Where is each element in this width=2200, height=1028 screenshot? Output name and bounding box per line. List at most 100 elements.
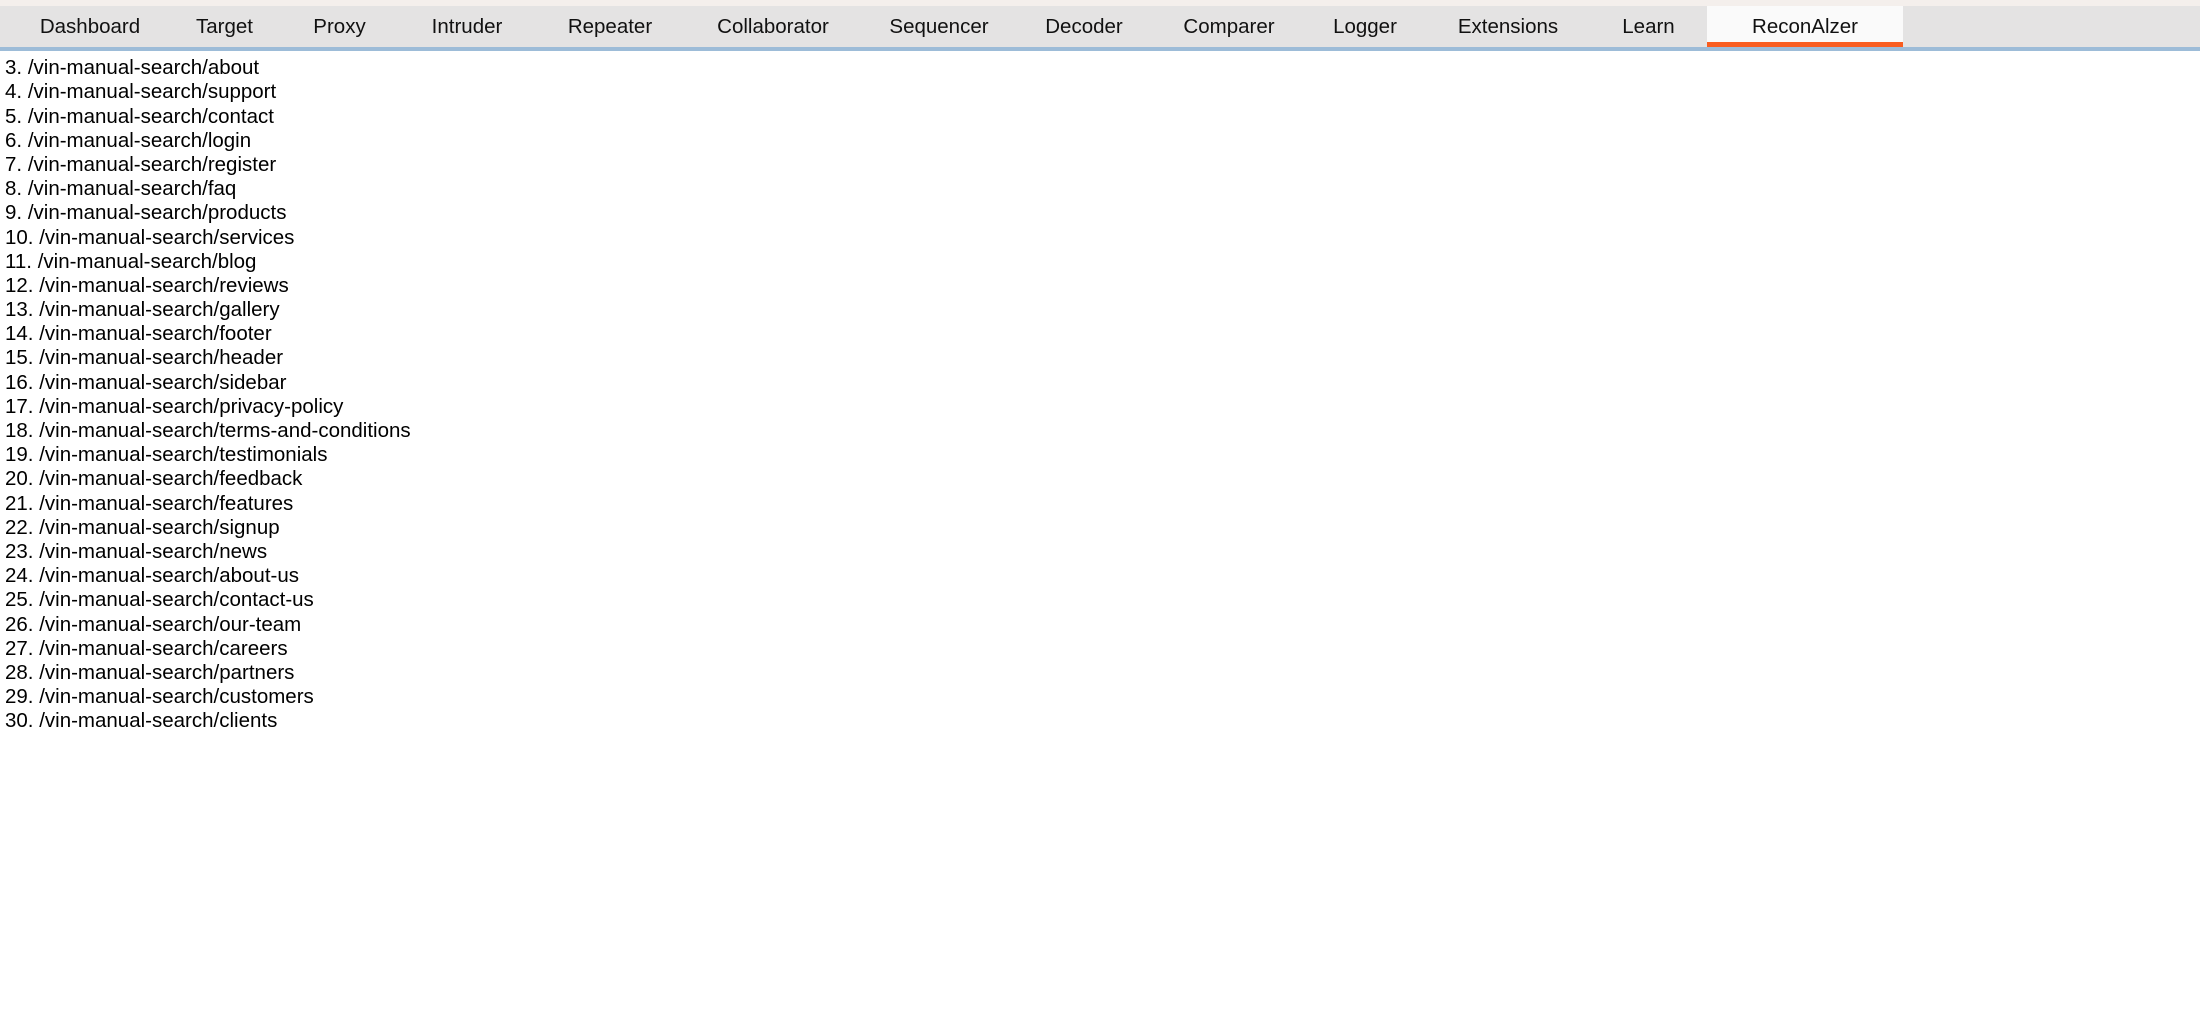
list-item-path: /vin-manual-search/about [27, 56, 260, 80]
tab-label: Collaborator [717, 14, 829, 38]
list-item-index: 27. [5, 636, 34, 660]
list-item-path: /vin-manual-search/products [27, 201, 287, 225]
tab-sequencer[interactable]: Sequencer [864, 6, 1014, 47]
list-item-index: 17. [5, 394, 34, 418]
list-item-index: 20. [5, 467, 34, 491]
main-tab-bar[interactable]: Dashboard Target Proxy Intruder Repeater Coll… [0, 6, 2200, 47]
list-item-index: 13. [5, 298, 34, 322]
tab-collaborator[interactable]: Collaborator [682, 6, 864, 47]
discovered-paths-list[interactable]: 2. /vin-manual-search/home3. /vin-manual… [0, 32, 2200, 733]
list-item-path: /vin-manual-search/blog [37, 249, 257, 273]
tab-logger[interactable]: Logger [1304, 6, 1426, 47]
list-item-path: /vin-manual-search/clients [39, 709, 278, 733]
list-item-index: 19. [5, 443, 34, 467]
list-item-index: 24. [5, 564, 34, 588]
list-item-path: /vin-manual-search/services [39, 225, 295, 249]
list-item[interactable]: 19. /vin-manual-search/testimonials [0, 443, 2200, 467]
tab-label: Proxy [313, 14, 366, 38]
tab-extensions[interactable]: Extensions [1426, 6, 1590, 47]
list-item[interactable]: 3. /vin-manual-search/about [0, 56, 2200, 80]
list-item[interactable]: 30. /vin-manual-search/clients [0, 709, 2200, 733]
list-item-index: 6. [5, 128, 23, 152]
tab-reconalzer[interactable]: ReconAlzer [1707, 6, 1903, 47]
tab-label: Comparer [1183, 14, 1275, 38]
list-item[interactable]: 9. /vin-manual-search/products [0, 201, 2200, 225]
list-item[interactable]: 21. /vin-manual-search/features [0, 492, 2200, 516]
list-item-path: /vin-manual-search/terms-and-conditions [39, 419, 411, 442]
list-item-path: /vin-manual-search/news [39, 539, 268, 563]
list-item[interactable]: 6. /vin-manual-search/login [0, 129, 2200, 153]
list-item-path: /vin-manual-search/privacy-policy [39, 394, 344, 418]
list-item[interactable]: 5. /vin-manual-search/contact [0, 105, 2200, 129]
list-item-path: /vin-manual-search/footer [39, 322, 272, 346]
list-item-index: 15. [5, 346, 34, 370]
list-item[interactable]: 25. /vin-manual-search/contact-us [0, 588, 2200, 612]
list-item-path: /vin-manual-search/login [27, 128, 252, 152]
list-item[interactable]: 10. /vin-manual-search/services [0, 226, 2200, 250]
list-item-index: 30. [5, 709, 34, 733]
tab-label: Repeater [567, 14, 653, 38]
tab-proxy[interactable]: Proxy [283, 6, 396, 47]
list-item[interactable]: 23. /vin-manual-search/news [0, 540, 2200, 564]
list-item[interactable]: 4. /vin-manual-search/support [0, 80, 2200, 104]
list-item[interactable]: 11. /vin-manual-search/blog [0, 250, 2200, 274]
tab-dashboard[interactable]: Dashboard [14, 6, 166, 47]
list-item[interactable]: 28. /vin-manual-search/partners [0, 661, 2200, 685]
tab-bar-left-spacer [0, 6, 14, 47]
list-item-path: /vin-manual-search/contact [27, 104, 274, 128]
tab-bar-divider [0, 47, 2200, 51]
list-item[interactable]: 16. /vin-manual-search/sidebar [0, 371, 2200, 395]
list-item[interactable]: 27. /vin-manual-search/careers [0, 637, 2200, 661]
list-item[interactable]: 18. /vin-manual-search/terms-and-conditi… [0, 419, 2200, 443]
list-item-path: /vin-manual-search/feedback [39, 467, 303, 491]
list-item[interactable]: 24. /vin-manual-search/about-us [0, 564, 2200, 588]
tab-intruder[interactable]: Intruder [396, 6, 538, 47]
tab-decoder[interactable]: Decoder [1014, 6, 1154, 47]
list-item[interactable]: 12. /vin-manual-search/reviews [0, 274, 2200, 298]
list-item[interactable]: 14. /vin-manual-search/footer [0, 322, 2200, 346]
list-item-path: /vin-manual-search/sidebar [39, 370, 287, 394]
tab-learn[interactable]: Learn [1590, 6, 1707, 47]
tab-comparer[interactable]: Comparer [1154, 6, 1304, 47]
tab-repeater[interactable]: Repeater [538, 6, 682, 47]
tab-label: Learn [1622, 14, 1675, 38]
list-item[interactable]: 29. /vin-manual-search/customers [0, 685, 2200, 709]
tab-target[interactable]: Target [166, 6, 283, 47]
tab-label: Logger [1333, 14, 1397, 38]
tab-label: Target [196, 14, 253, 38]
reconalzer-results-panel[interactable]: 2. /vin-manual-search/home3. /vin-manual… [0, 0, 2200, 1028]
list-item-path: /vin-manual-search/contact-us [39, 588, 314, 612]
list-item-path: /vin-manual-search/testimonials [39, 443, 328, 467]
list-item-index: 26. [5, 612, 34, 636]
tab-label: Intruder [431, 14, 503, 38]
list-item-index: 22. [5, 515, 34, 539]
list-item-path: /vin-manual-search/gallery [39, 298, 280, 322]
list-item[interactable]: 7. /vin-manual-search/register [0, 153, 2200, 177]
list-item-index: 9. [5, 201, 23, 225]
list-item[interactable]: 26. /vin-manual-search/our-team [0, 613, 2200, 637]
list-item-index: 28. [5, 660, 34, 684]
list-item-path: /vin-manual-search/register [27, 152, 277, 176]
list-item[interactable]: 22. /vin-manual-search/signup [0, 516, 2200, 540]
list-item-index: 23. [5, 539, 34, 563]
list-item-index: 4. [5, 80, 23, 104]
list-item-index: 29. [5, 685, 34, 709]
list-item-path: /vin-manual-search/partners [39, 660, 295, 684]
list-item[interactable]: 15. /vin-manual-search/header [0, 346, 2200, 370]
list-item-index: 14. [5, 322, 34, 346]
list-item[interactable]: 13. /vin-manual-search/gallery [0, 298, 2200, 322]
list-item-path: /vin-manual-search/about-us [39, 564, 299, 588]
tab-label: ReconAlzer [1752, 14, 1858, 38]
list-item-path: /vin-manual-search/signup [39, 515, 280, 539]
list-item-path: /vin-manual-search/features [39, 491, 294, 515]
tab-label: Decoder [1045, 14, 1123, 38]
list-item[interactable]: 20. /vin-manual-search/feedback [0, 467, 2200, 491]
list-item-index: 7. [5, 152, 23, 176]
application-window: 2. /vin-manual-search/home3. /vin-manual… [0, 0, 2200, 1028]
list-item-index: 11. [5, 249, 32, 273]
list-item[interactable]: 17. /vin-manual-search/privacy-policy [0, 395, 2200, 419]
list-item[interactable]: 8. /vin-manual-search/faq [0, 177, 2200, 201]
list-item-index: 21. [5, 491, 34, 515]
list-item-index: 16. [5, 370, 34, 394]
tab-label: Sequencer [889, 14, 989, 38]
